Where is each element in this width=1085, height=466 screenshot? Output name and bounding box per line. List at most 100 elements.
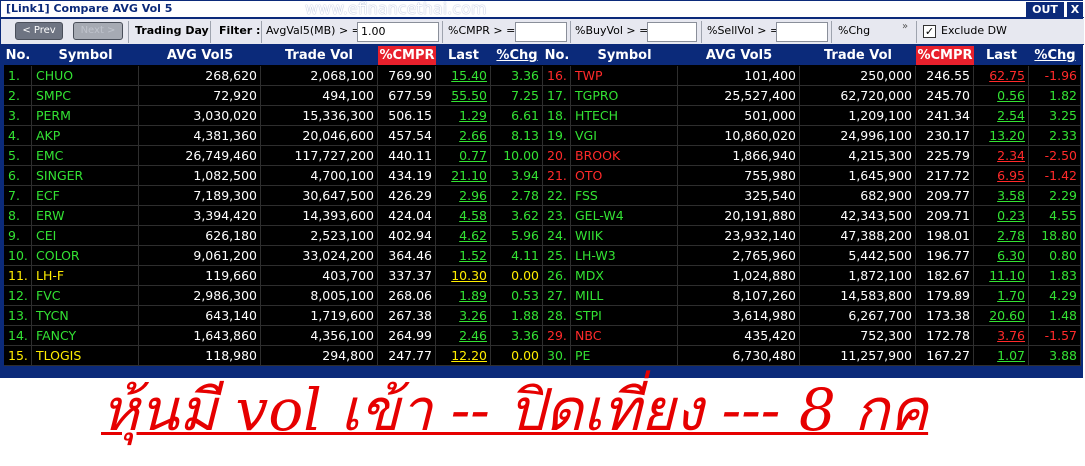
stock-grid: No. Symbol AVG Vol5 Trade Vol %CMPR Last… xyxy=(4,46,1081,366)
cell-last: 0.77 xyxy=(436,146,491,166)
cell-symbol: PERM xyxy=(32,106,139,126)
sellvol-filter-input[interactable] xyxy=(776,22,828,42)
cell-chg: 0.00 xyxy=(491,266,543,286)
cell-last: 55.50 xyxy=(436,86,491,106)
cell-no: 20. xyxy=(543,146,571,166)
cell-trade-vol: 1,209,100 xyxy=(800,106,916,126)
cell-no: 17. xyxy=(543,86,571,106)
cell-chg: 5.96 xyxy=(491,226,543,246)
cell-last: 4.62 xyxy=(436,226,491,246)
cmpr-filter-input[interactable] xyxy=(515,22,567,42)
table-row[interactable]: 3. PERM 3,030,020 15,336,300 506.15 1.29 6.61 1… xyxy=(4,106,1081,126)
table-row[interactable]: 5. EMC 26,749,460 117,727,200 440.11 0.77 10.0… xyxy=(4,146,1081,166)
cell-chg: 18.80 xyxy=(1029,226,1081,246)
cell-no: 13. xyxy=(4,306,32,326)
cell-avg-vol5: 72,920 xyxy=(139,86,261,106)
cell-chg: 3.94 xyxy=(491,166,543,186)
cell-chg: 1.88 xyxy=(491,306,543,326)
table-row[interactable]: 6. SINGER 1,082,500 4,700,100 434.19 21.10 3.9… xyxy=(4,166,1081,186)
header-last[interactable]: Last xyxy=(974,46,1029,65)
cell-chg: 4.55 xyxy=(1029,206,1081,226)
cell-no: 9. xyxy=(4,226,32,246)
cell-chg: 2.29 xyxy=(1029,186,1081,206)
cell-symbol: ERW xyxy=(32,206,139,226)
header-cmpr[interactable]: %CMPR xyxy=(378,46,436,65)
header-trade-vol[interactable]: Trade Vol xyxy=(800,46,916,65)
avgvol5-filter-input[interactable]: 1.00 xyxy=(357,22,439,42)
filter-label: Filter : xyxy=(219,24,261,37)
table-row[interactable]: 4. AKP 4,381,360 20,046,600 457.54 2.66 8.13 19… xyxy=(4,126,1081,146)
header-symbol[interactable]: Symbol xyxy=(571,46,678,65)
table-row[interactable]: 9. CEI 626,180 2,523,100 402.94 4.62 5.96 24. WI… xyxy=(4,226,1081,246)
cell-no: 5. xyxy=(4,146,32,166)
cell-trade-vol: 20,046,600 xyxy=(261,126,378,146)
table-row[interactable]: 15. TLOGIS 118,980 294,800 247.77 12.20 0.00 30… xyxy=(4,346,1081,366)
cell-trade-vol: 1,645,900 xyxy=(800,166,916,186)
header-symbol[interactable]: Symbol xyxy=(32,46,139,65)
header-last[interactable]: Last xyxy=(436,46,491,65)
toolbar-divider xyxy=(570,21,571,43)
cell-cmpr: 769.90 xyxy=(378,66,436,86)
cell-trade-vol: 4,215,300 xyxy=(800,146,916,166)
cell-symbol: GEL-W4 xyxy=(571,206,678,226)
cell-symbol: COLOR xyxy=(32,246,139,266)
table-row[interactable]: 1. CHUO 268,620 2,068,100 769.90 15.40 3.36 16.… xyxy=(4,66,1081,86)
cell-last: 12.20 xyxy=(436,346,491,366)
table-row[interactable]: 7. ECF 7,189,300 30,647,500 426.29 2.96 2.78 22… xyxy=(4,186,1081,206)
chevron-right-icon[interactable]: » xyxy=(902,21,908,32)
cell-symbol: PE xyxy=(571,346,678,366)
cell-avg-vol5: 3,614,980 xyxy=(678,306,800,326)
cell-chg: -1.96 xyxy=(1029,66,1081,86)
cell-symbol: TWP xyxy=(571,66,678,86)
header-trade-vol[interactable]: Trade Vol xyxy=(261,46,377,65)
watermark-text: www.efinancethai.com xyxy=(305,0,487,18)
cell-avg-vol5: 2,765,960 xyxy=(678,246,800,266)
cell-trade-vol: 14,583,800 xyxy=(800,286,916,306)
cell-trade-vol: 494,100 xyxy=(261,86,378,106)
next-button[interactable]: Next > xyxy=(73,22,123,40)
header-avg-vol5[interactable]: AVG Vol5 xyxy=(139,46,261,65)
cell-last: 62.75 xyxy=(974,66,1029,86)
cell-cmpr: 209.77 xyxy=(916,186,974,206)
cell-chg: 3.62 xyxy=(491,206,543,226)
buyvol-filter-input[interactable] xyxy=(647,22,697,42)
out-button[interactable]: OUT xyxy=(1026,2,1064,17)
cell-symbol: TLOGIS xyxy=(32,346,139,366)
cell-cmpr: 268.06 xyxy=(378,286,436,306)
table-row[interactable]: 11. LH-F 119,660 403,700 337.37 10.30 0.00 26. M… xyxy=(4,266,1081,286)
cell-avg-vol5: 25,527,400 xyxy=(678,86,800,106)
close-button[interactable]: X xyxy=(1067,2,1083,17)
exclude-dw-checkbox[interactable]: ✓ xyxy=(923,25,936,38)
cell-no: 18. xyxy=(543,106,571,126)
header-no[interactable]: No. xyxy=(4,46,32,65)
header-avg-vol5[interactable]: AVG Vol5 xyxy=(678,46,800,65)
cell-avg-vol5: 755,980 xyxy=(678,166,800,186)
cell-chg: -2.50 xyxy=(1029,146,1081,166)
cell-last: 15.40 xyxy=(436,66,491,86)
cell-cmpr: 506.15 xyxy=(378,106,436,126)
table-row[interactable]: 13. TYCN 643,140 1,719,600 267.38 3.26 1.88 28.… xyxy=(4,306,1081,326)
cell-chg: 10.00 xyxy=(491,146,543,166)
table-row[interactable]: 12. FVC 2,986,300 8,005,100 268.06 1.89 0.53 27… xyxy=(4,286,1081,306)
table-row[interactable]: 14. FANCY 1,643,860 4,356,100 264.99 2.46 3.36… xyxy=(4,326,1081,346)
cell-last: 1.29 xyxy=(436,106,491,126)
cell-avg-vol5: 268,620 xyxy=(139,66,261,86)
header-cmpr[interactable]: %CMPR xyxy=(916,46,974,65)
cell-avg-vol5: 6,730,480 xyxy=(678,346,800,366)
cell-no: 15. xyxy=(4,346,32,366)
cell-symbol: LH-F xyxy=(32,266,139,286)
header-no[interactable]: No. xyxy=(543,46,571,65)
compare-avg-vol-window: [Link1] Compare AVG Vol 5 www.efinanceth… xyxy=(0,0,1084,378)
cell-cmpr: 424.04 xyxy=(378,206,436,226)
header-chg[interactable]: %Chg xyxy=(491,46,543,65)
table-row[interactable]: 10. COLOR 9,061,200 33,024,200 364.46 1.52 4.1… xyxy=(4,246,1081,266)
cell-symbol: CEI xyxy=(32,226,139,246)
toolbar-divider xyxy=(128,21,129,43)
prev-button[interactable]: < Prev xyxy=(15,22,63,40)
chg-filter-label[interactable]: %Chg xyxy=(838,24,870,37)
cell-trade-vol: 682,900 xyxy=(800,186,916,206)
cell-cmpr: 172.78 xyxy=(916,326,974,346)
table-row[interactable]: 2. SMPC 72,920 494,100 677.59 55.50 7.25 17. TGP… xyxy=(4,86,1081,106)
table-row[interactable]: 8. ERW 3,394,420 14,393,600 424.04 4.58 3.62 23… xyxy=(4,206,1081,226)
header-chg[interactable]: %Chg xyxy=(1029,46,1081,65)
